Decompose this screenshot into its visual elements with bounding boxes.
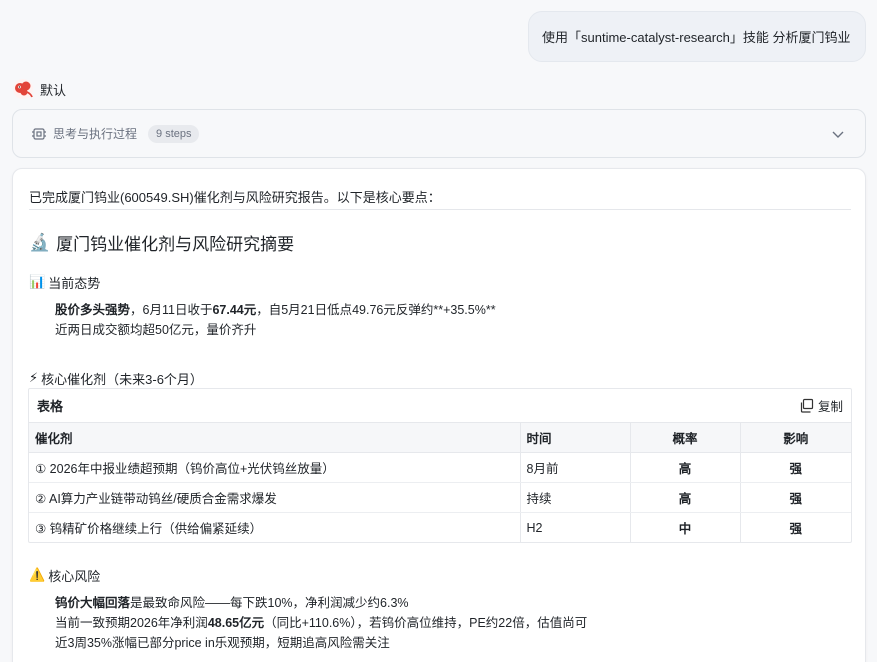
trend-line-1: 股价多头强势，6月11日收于67.44元，自5月21日低点49.76元反弹约**… [55,300,496,320]
report-intro: 已完成厦门钨业(600549.SH)催化剂与风险研究报告。以下是核心要点： [29,190,441,205]
user-message-bubble: 使用「suntime-catalyst-research」技能 分析厦门钨业 [528,11,866,62]
table-row: ③ 钨精矿价格继续上行（供给偏紧延续） H2 中 强 [29,512,851,543]
trend-heading-text: 当前态势 [48,276,101,291]
table-cell: H2 [519,512,630,543]
assistant-header: 默认 [12,78,66,100]
table-cell: 强 [739,512,851,543]
risk-profit: 48.65亿元 [207,616,265,630]
catalyst-table-container: 表格 复制 催化剂 时间 概率 影响 ① 2026年中报业绩超预期（钨价高位+光… [28,388,852,543]
assistant-avatar-icon [13,79,33,99]
column-header: 时间 [519,422,630,453]
risk-bold: 钨价大幅回落 [55,596,131,610]
table-cell: ② AI算力产业链带动钨丝/硬质合金需求爆发 [29,482,520,513]
trend-text-a: ，6月11日收于 [130,303,213,317]
column-header: 影响 [739,422,851,453]
bar-chart-icon: 📊 [29,275,46,290]
table-header-row: 催化剂 时间 概率 影响 [29,422,851,453]
table-cell: 高 [629,452,740,483]
table-row: ① 2026年中报业绩超预期（钨价高位+光伏钨丝放量） 8月前 高 强 [29,452,851,483]
process-label: 思考与执行过程 [53,127,138,141]
table-toolbar: 表格 复制 [29,389,851,422]
table-cell: ① 2026年中报业绩超预期（钨价高位+光伏钨丝放量） [29,452,520,483]
table-cell: 8月前 [519,452,630,483]
trend-line-2: 近两日成交额均超50亿元，量价齐升 [55,323,257,337]
table-row: ② AI算力产业链带动钨丝/硬质合金需求爆发 持续 高 强 [29,482,851,513]
column-header: 催化剂 [29,422,520,453]
risk-text-a: 当前一致预期2026年净利润 [55,616,208,630]
chevron-down-icon[interactable] [831,127,845,141]
table-cell: 中 [629,512,740,543]
risk-text-b: （同比+110.6%），若钨价高位维持，PE约22倍，估值尚可 [264,616,588,630]
report-title: 🔬 厦门钨业催化剂与风险研究摘要 [29,230,294,255]
user-message-text: 使用「suntime-catalyst-research」技能 分析厦门钨业 [542,30,851,45]
table-title: 表格 [37,399,64,414]
report-card: 已完成厦门钨业(600549.SH)催化剂与风险研究报告。以下是核心要点： 🔬 … [12,168,866,662]
assistant-name: 默认 [40,82,67,98]
lightning-icon: ⚡ [29,371,39,386]
catalyst-heading: ⚡ 核心催化剂（未来3-6个月） [29,369,203,388]
copy-icon [800,398,814,413]
warning-icon: ⚠️ [29,568,46,583]
trend-paragraph: 股价多头强势，6月11日收于67.44元，自5月21日低点49.76元反弹约**… [55,300,496,340]
trend-price: 67.44元 [212,303,257,317]
table-cell: 高 [629,482,740,513]
column-header: 概率 [629,422,740,453]
risk-line-1: 钨价大幅回落是最致命风险——每下跌10%，净利润减少约6.3% [55,593,587,613]
copy-button[interactable]: 复制 [799,396,843,415]
risk-line-2: 当前一致预期2026年净利润48.65亿元（同比+110.6%），若钨价高位维持… [55,613,587,633]
table-cell: 持续 [519,482,630,513]
copy-label: 复制 [817,400,843,414]
microscope-icon: 🔬 [29,232,51,253]
trend-heading: 📊 当前态势 [29,273,100,292]
risk-line-3: 近3周35%涨幅已部分price in乐观预期，短期追高风险需关注 [55,636,390,650]
table-cell: 强 [739,482,851,513]
risk-text: 是最致命风险——每下跌10%，净利润减少约6.3% [130,596,409,610]
table-cell: 强 [739,452,851,483]
trend-bold: 股价多头强势 [55,303,131,317]
report-title-text: 厦门钨业催化剂与风险研究摘要 [56,235,295,254]
catalyst-heading-text: 核心催化剂（未来3-6个月） [41,372,203,387]
table-cell: ③ 钨精矿价格继续上行（供给偏紧延续） [35,522,263,537]
catalyst-table: 催化剂 时间 概率 影响 ① 2026年中报业绩超预期（钨价高位+光伏钨丝放量）… [29,422,851,543]
trend-text-b: ，自5月21日低点49.76元反弹约**+35.5%** [256,303,496,317]
steps-badge: 9 steps [148,124,200,143]
divider [29,209,851,210]
risk-heading-text: 核心风险 [48,569,101,584]
risk-paragraph: 钨价大幅回落是最致命风险——每下跌10%，净利润减少约6.3% 当前一致预期20… [55,593,587,653]
process-chip-icon [32,127,46,140]
risk-heading: ⚠️ 核心风险 [29,566,100,585]
process-toggle[interactable]: 思考与执行过程 9 steps [12,109,866,158]
